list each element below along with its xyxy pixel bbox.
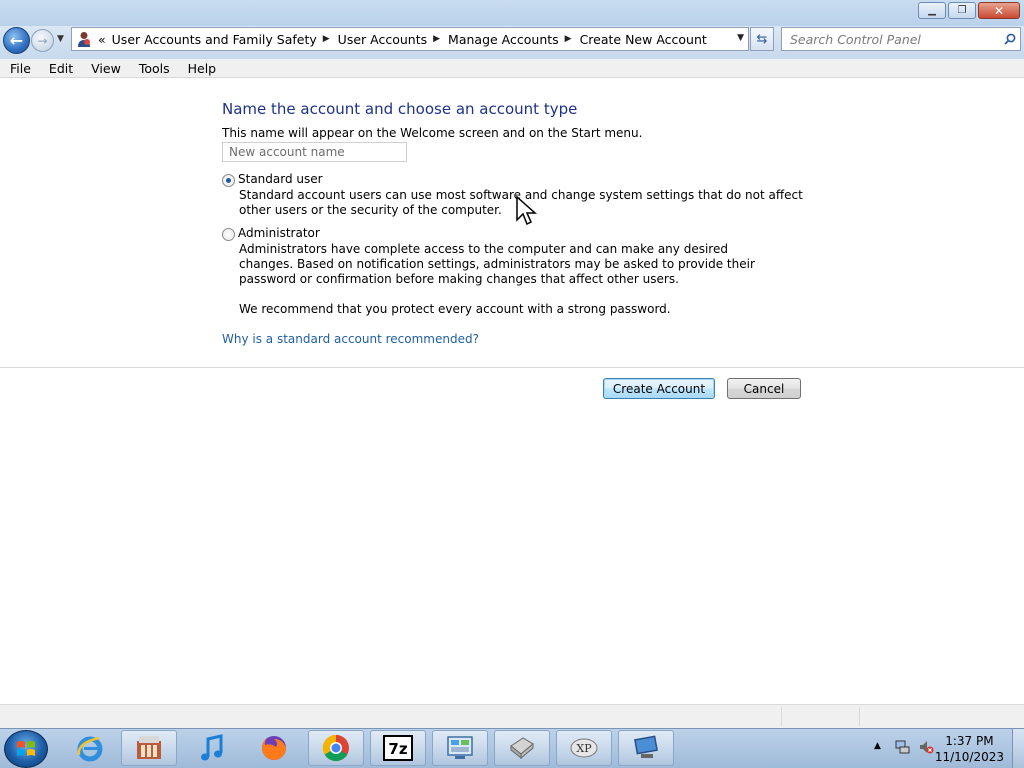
maximize-button[interactable]: ❐ bbox=[948, 2, 976, 19]
close-button[interactable]: ✕ bbox=[978, 2, 1020, 19]
taskbar-remote-desktop[interactable] bbox=[618, 730, 674, 766]
menu-tools[interactable]: Tools bbox=[129, 61, 178, 76]
back-button[interactable]: ← bbox=[3, 27, 30, 54]
administrator-radio[interactable] bbox=[222, 228, 235, 241]
refresh-button[interactable]: ⇆ bbox=[750, 27, 774, 51]
search-icon[interactable] bbox=[1000, 33, 1020, 45]
account-name-input[interactable]: New account name bbox=[222, 142, 407, 162]
menu-file[interactable]: File bbox=[0, 61, 39, 76]
virtual-pc-icon: XP bbox=[570, 738, 598, 758]
standard-account-help-link[interactable]: Why is a standard account recommended? bbox=[222, 332, 479, 346]
taskbar-firefox[interactable] bbox=[246, 730, 302, 766]
menu-help[interactable]: Help bbox=[178, 61, 225, 76]
page-subtext: This name will appear on the Welcome scr… bbox=[222, 126, 643, 140]
taskbar-chrome[interactable] bbox=[308, 730, 364, 766]
taskbar-xp-mode[interactable]: XP bbox=[556, 730, 612, 766]
devices-icon bbox=[510, 737, 534, 760]
breadcrumb-user-accounts[interactable]: User Accounts bbox=[338, 32, 427, 47]
search-input[interactable]: Search Control Panel bbox=[790, 32, 1000, 47]
breadcrumb-create-new-account[interactable]: Create New Account bbox=[580, 32, 707, 47]
standard-user-radio[interactable] bbox=[222, 174, 235, 187]
taskbar-itunes[interactable] bbox=[184, 730, 240, 766]
taskbar-7zip[interactable]: 7z bbox=[370, 730, 426, 766]
windows-logo-icon bbox=[17, 741, 35, 756]
taskbar-internet-explorer[interactable] bbox=[62, 730, 118, 766]
control-panel-icon bbox=[447, 736, 473, 759]
forward-button[interactable]: → bbox=[31, 29, 54, 52]
show-hidden-icons-icon[interactable]: ▲ bbox=[874, 741, 881, 751]
minimize-button[interactable]: ▁ bbox=[918, 2, 946, 19]
menu-bar: File Edit View Tools Help bbox=[0, 59, 1024, 78]
status-segment bbox=[781, 707, 782, 726]
breadcrumb-separator-icon[interactable]: ▶ bbox=[433, 34, 440, 44]
clock-date: 11/10/2023 bbox=[934, 750, 1004, 764]
start-button[interactable] bbox=[4, 730, 48, 768]
cancel-button[interactable]: Cancel bbox=[727, 378, 801, 399]
administrator-description: Administrators have complete access to t… bbox=[239, 242, 755, 286]
store-icon bbox=[137, 736, 161, 759]
breadcrumb-separator-icon[interactable]: ▶ bbox=[323, 34, 330, 44]
music-note-icon bbox=[201, 734, 223, 761]
breadcrumb-user-accounts-family-safety[interactable]: User Accounts and Family Safety bbox=[112, 32, 317, 47]
content-area: Name the account and choose an account t… bbox=[0, 78, 1024, 704]
clock-time: 1:37 PM bbox=[945, 734, 994, 748]
network-icon[interactable] bbox=[894, 739, 910, 758]
user-accounts-icon bbox=[76, 31, 92, 47]
taskbar-store-app[interactable] bbox=[121, 730, 177, 766]
7zip-icon: 7z bbox=[383, 735, 413, 761]
refresh-icon: ⇆ bbox=[756, 31, 768, 47]
title-bar: ▁ ❐ ✕ bbox=[0, 0, 1024, 26]
search-box[interactable]: Search Control Panel bbox=[781, 27, 1021, 51]
administrator-label[interactable]: Administrator bbox=[238, 226, 320, 240]
standard-user-label[interactable]: Standard user bbox=[238, 172, 323, 186]
clock[interactable]: 1:37 PM 11/10/2023 bbox=[935, 733, 1004, 765]
menu-edit[interactable]: Edit bbox=[39, 61, 81, 76]
taskbar: 7z XP ▲ 1:37 PM 11/10/2023 bbox=[0, 728, 1024, 768]
status-segment bbox=[859, 707, 860, 726]
volume-muted-icon[interactable] bbox=[918, 739, 934, 758]
navigation-bar: ← → ▼ « User Accounts and Family Safety … bbox=[0, 26, 1024, 59]
address-bar[interactable]: « User Accounts and Family Safety ▶ User… bbox=[71, 27, 749, 51]
page-title: Name the account and choose an account t… bbox=[222, 100, 578, 118]
recent-pages-dropdown[interactable]: ▼ bbox=[57, 34, 64, 44]
divider bbox=[0, 367, 1024, 368]
window-controls: ▁ ❐ ✕ bbox=[918, 2, 1020, 19]
firefox-icon bbox=[262, 736, 286, 760]
menu-view[interactable]: View bbox=[81, 61, 129, 76]
remote-desktop-icon bbox=[634, 735, 658, 758]
status-bar bbox=[0, 704, 1024, 728]
breadcrumb-overflow[interactable]: « bbox=[98, 32, 106, 47]
system-tray: ▲ 1:37 PM 11/10/2023 bbox=[864, 729, 1024, 768]
address-dropdown-icon[interactable]: ▼ bbox=[737, 33, 744, 43]
breadcrumb-manage-accounts[interactable]: Manage Accounts bbox=[448, 32, 559, 47]
chrome-icon bbox=[322, 734, 349, 762]
breadcrumb-separator-icon[interactable]: ▶ bbox=[565, 34, 572, 44]
taskbar-control-panel[interactable] bbox=[432, 730, 488, 766]
show-desktop-button[interactable] bbox=[1012, 729, 1024, 768]
mouse-cursor-icon bbox=[516, 195, 540, 233]
svg-text:XP: XP bbox=[576, 742, 592, 755]
internet-explorer-icon bbox=[77, 736, 103, 762]
svg-text:7z: 7z bbox=[388, 740, 407, 758]
password-recommendation: We recommend that you protect every acco… bbox=[239, 302, 671, 316]
create-account-button[interactable]: Create Account bbox=[603, 378, 715, 399]
taskbar-devices-printers[interactable] bbox=[494, 730, 550, 766]
